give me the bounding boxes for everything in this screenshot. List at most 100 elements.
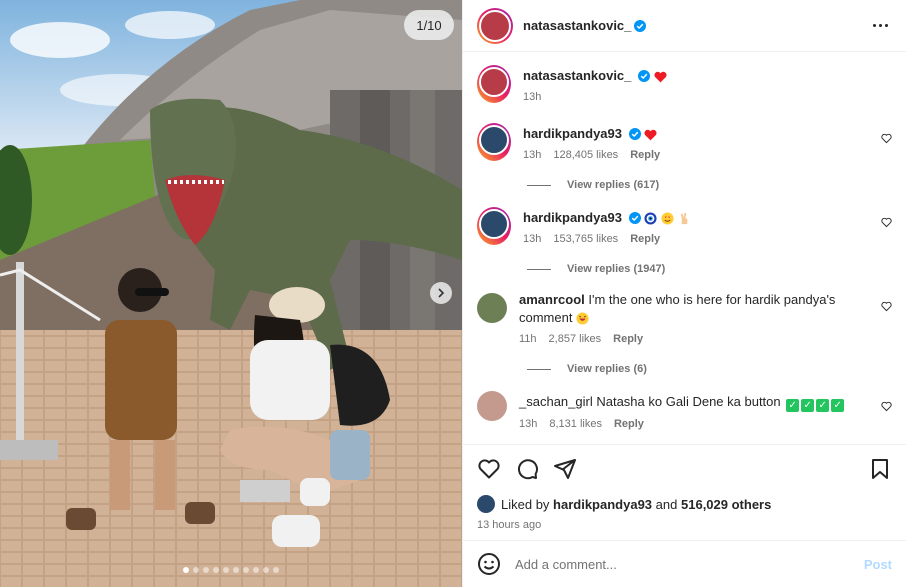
carousel-dot: [223, 567, 229, 573]
divider: [527, 268, 551, 270]
like-heart-icon[interactable]: [477, 457, 501, 481]
action-bar: [477, 457, 892, 481]
comment-input[interactable]: [515, 556, 864, 572]
comment-time: 11h: [519, 333, 537, 345]
comment-body: _sachan_girl Natasha ko Gali Dene ka but…: [519, 391, 892, 430]
red-heart-emoji-icon: [644, 129, 657, 141]
reply-button[interactable]: Reply: [630, 149, 660, 161]
verified-badge-icon: [638, 70, 651, 82]
caption-time: 13h: [523, 91, 542, 103]
post-header: natasastankovic_: [463, 0, 906, 52]
liked-by-others[interactable]: 516,029 others: [681, 497, 771, 512]
view-replies-button[interactable]: View replies (6): [527, 363, 892, 375]
comment-time: 13h: [523, 233, 542, 245]
caption-body: natasastankovic_ 13h: [523, 65, 892, 103]
comment-meta: 13h 8,131 likes Reply: [519, 418, 868, 430]
comment-likes[interactable]: 128,405 likes: [553, 149, 618, 161]
carousel-dot: [213, 567, 219, 573]
carousel-dot: [203, 567, 209, 573]
comment-time: 13h: [523, 149, 542, 161]
add-comment-bar: Post: [463, 540, 906, 587]
like-comment-heart-icon[interactable]: [881, 401, 892, 412]
heart-eyes-emoji-icon: [661, 212, 674, 225]
comment-username[interactable]: hardikpandya93: [523, 126, 622, 141]
comment-item: amanrcool I'm the one who is here for ha…: [477, 291, 892, 345]
caption-avatar[interactable]: [477, 65, 511, 103]
like-comment-heart-icon[interactable]: [881, 301, 892, 312]
comment-item: hardikpandya93 13h 153,765 likes Reply: [477, 207, 892, 245]
comment-bubble-icon[interactable]: [515, 457, 539, 481]
liker-avatar[interactable]: [477, 495, 495, 513]
share-send-icon[interactable]: [553, 457, 577, 481]
view-replies-button[interactable]: View replies (617): [527, 179, 892, 191]
carousel-dot: [243, 567, 249, 573]
like-comment-heart-icon[interactable]: [881, 217, 892, 228]
reply-button[interactable]: Reply: [613, 333, 643, 345]
divider: [527, 184, 551, 186]
slide-counter: 1/10: [404, 10, 454, 40]
comment-username[interactable]: amanrcool: [519, 292, 585, 307]
liked-by-summary: Liked by hardikpandya93 and 516,029 othe…: [477, 495, 892, 513]
like-comment-heart-icon[interactable]: [881, 133, 892, 144]
carousel-dot: [273, 567, 279, 573]
post-comment-button[interactable]: Post: [864, 557, 892, 572]
check-mark-emoji-icon: ✓: [801, 399, 815, 412]
caption-username[interactable]: natasastankovic_: [523, 68, 631, 83]
photo-dinosaur-scene: [0, 0, 462, 587]
reply-button[interactable]: Reply: [630, 233, 660, 245]
carousel-dot: [193, 567, 199, 573]
post-timestamp[interactable]: 13 hours ago: [477, 519, 892, 531]
check-mark-emoji-icon: ✓: [816, 399, 830, 412]
comment-username[interactable]: _sachan_girl: [519, 394, 593, 409]
comment-body: hardikpandya93 13h 153,765 likes Reply: [523, 207, 892, 245]
view-replies-button[interactable]: View replies (1947): [527, 263, 892, 275]
carousel-dots: [183, 567, 279, 573]
next-slide-button[interactable]: [430, 282, 452, 304]
victory-hand-emoji-icon: [680, 212, 687, 225]
emoji-picker-icon[interactable]: [477, 552, 501, 576]
comment-avatar[interactable]: [477, 207, 511, 245]
dot: [884, 24, 888, 27]
comment-avatar[interactable]: [477, 391, 507, 421]
more-options-button[interactable]: [868, 24, 892, 27]
chevron-right-icon: [438, 288, 445, 298]
reply-button[interactable]: Reply: [614, 418, 644, 430]
caption-meta: 13h: [523, 91, 868, 103]
comment-item: hardikpandya93 13h 128,405 likes Reply: [477, 123, 892, 161]
comment-time: 13h: [519, 418, 538, 430]
carousel-dot: [233, 567, 239, 573]
author-avatar[interactable]: [477, 7, 513, 44]
check-mark-emoji-icon: ✓: [786, 399, 800, 412]
verified-badge-icon: [628, 212, 641, 224]
comment-avatar[interactable]: [477, 293, 507, 323]
comment-body: hardikpandya93 13h 128,405 likes Reply: [523, 123, 892, 161]
post-actions: Liked by hardikpandya93 and 516,029 othe…: [463, 444, 906, 540]
post-image[interactable]: 1/10: [0, 0, 462, 587]
caption: natasastankovic_ 13h: [477, 65, 892, 103]
comment-item: _sachan_girl Natasha ko Gali Dene ka but…: [477, 391, 892, 430]
verified-badge-icon: [634, 19, 647, 32]
view-replies-label: View replies (617): [567, 179, 660, 191]
comment-likes[interactable]: 8,131 likes: [549, 418, 602, 430]
comment-likes[interactable]: 153,765 likes: [553, 233, 618, 245]
check-mark-emoji-icon: ✓: [831, 399, 845, 412]
dot: [872, 24, 876, 27]
comment-meta: 13h 153,765 likes Reply: [523, 233, 868, 245]
comment-username[interactable]: hardikpandya93: [523, 210, 622, 225]
carousel-dot: [183, 567, 189, 573]
bookmark-save-icon[interactable]: [868, 457, 892, 481]
post-detail-panel: natasastankovic_ natasastankovic_ 13h ha…: [462, 0, 906, 587]
author-username[interactable]: natasastankovic_: [523, 18, 631, 33]
comment-avatar[interactable]: [477, 123, 511, 161]
verified-badge-icon: [628, 128, 641, 140]
comments-list[interactable]: natasastankovic_ 13h hardikpandya93 13h …: [463, 53, 906, 443]
liked-by-user[interactable]: hardikpandya93: [553, 497, 652, 512]
comment-meta: 13h 128,405 likes Reply: [523, 149, 868, 161]
comment-likes[interactable]: 2,857 likes: [549, 333, 602, 345]
comment-body: amanrcool I'm the one who is here for ha…: [519, 291, 892, 345]
red-heart-emoji-icon: [654, 71, 667, 83]
carousel-dot: [253, 567, 259, 573]
liked-by-prefix: Liked by: [501, 496, 550, 512]
divider: [527, 368, 551, 370]
liked-by-middle: and: [655, 496, 678, 512]
